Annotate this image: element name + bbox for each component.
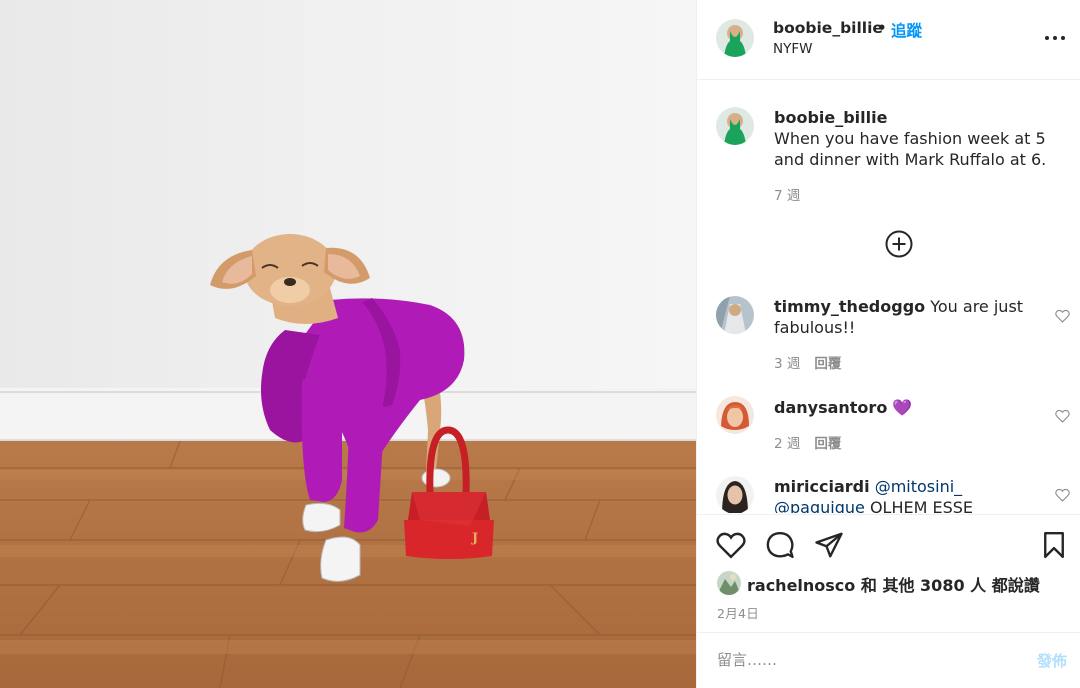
comment-timestamp[interactable]: 3 週: [774, 356, 800, 372]
comment-username[interactable]: miricciardi: [774, 477, 870, 496]
header-separator: •: [877, 19, 887, 37]
caption-username[interactable]: boobie_billie: [774, 107, 1074, 128]
purple-heart-emoji: 💜: [892, 398, 913, 417]
comment-text: timmy_thedoggo You are just fabulous!!: [774, 296, 1044, 338]
comment-text: miricciardi @mitosini_ @paquique OLHEM E…: [774, 476, 1054, 513]
comment-meta: 2 週回覆: [774, 432, 841, 452]
heart-icon[interactable]: [1055, 309, 1070, 323]
likes-suffix: 都說讚: [991, 576, 1040, 595]
dog-photo-image: J: [0, 0, 696, 688]
comment-text: danysantoro 💜: [774, 397, 1044, 418]
comment-username[interactable]: timmy_thedoggo: [774, 297, 925, 316]
likes-count[interactable]: 3080: [920, 576, 965, 595]
heart-icon[interactable]: [716, 530, 746, 560]
post-date[interactable]: 2月4日: [717, 603, 759, 622]
post-side-panel: boobie_billie • 追蹤 NYFW boobie_billie Wh…: [696, 0, 1080, 688]
comment-icon[interactable]: [765, 530, 795, 560]
add-comment-bar: 發佈: [697, 632, 1080, 688]
avatar[interactable]: [716, 476, 754, 513]
heart-icon[interactable]: [1055, 409, 1070, 423]
caption-text: When you have fashion week at 5 and dinn…: [774, 129, 1047, 169]
post-header: boobie_billie • 追蹤 NYFW: [697, 0, 1080, 80]
heart-icon[interactable]: [1055, 488, 1070, 502]
location-link[interactable]: NYFW: [773, 41, 812, 57]
comment-timestamp[interactable]: 2 週: [774, 436, 800, 452]
likes-and: 和: [860, 576, 877, 595]
comment-meta: 3 週回覆: [774, 352, 841, 372]
send-icon[interactable]: [814, 530, 844, 560]
comments-list[interactable]: boobie_billie When you have fashion week…: [697, 81, 1080, 513]
header-username[interactable]: boobie_billie: [773, 19, 883, 37]
comment-input[interactable]: [717, 651, 1007, 669]
comment-username[interactable]: danysantoro: [774, 398, 887, 417]
post-photo[interactable]: J: [0, 0, 696, 688]
more-horizontal-icon[interactable]: [1045, 30, 1065, 46]
avatar[interactable]: [716, 396, 754, 434]
likes-people[interactable]: 人: [970, 576, 986, 595]
caption: boobie_billie When you have fashion week…: [774, 107, 1074, 170]
bookmark-icon[interactable]: [1039, 530, 1069, 560]
mention-link[interactable]: @mitosini_: [875, 477, 962, 496]
svg-text:J: J: [471, 531, 478, 546]
reply-button[interactable]: 回覆: [814, 356, 841, 372]
likes-summary[interactable]: rachelnosco 和 其他 3080 人 都說讚: [747, 572, 1040, 596]
avatar[interactable]: [717, 571, 741, 595]
post-comment-button[interactable]: 發佈: [1037, 650, 1067, 671]
avatar[interactable]: [716, 19, 754, 57]
likes-others[interactable]: 其他: [882, 576, 914, 595]
action-bar: rachelnosco 和 其他 3080 人 都說讚 2月4日: [697, 514, 1080, 631]
caption-timestamp[interactable]: 7 週: [774, 184, 800, 204]
follow-button[interactable]: 追蹤: [891, 19, 922, 41]
avatar[interactable]: [716, 107, 754, 145]
plus-circle-icon[interactable]: [885, 230, 913, 258]
liker-username[interactable]: rachelnosco: [747, 576, 855, 595]
avatar[interactable]: [716, 296, 754, 334]
reply-button[interactable]: 回覆: [814, 436, 841, 452]
mention-link[interactable]: @paquique: [774, 498, 865, 513]
